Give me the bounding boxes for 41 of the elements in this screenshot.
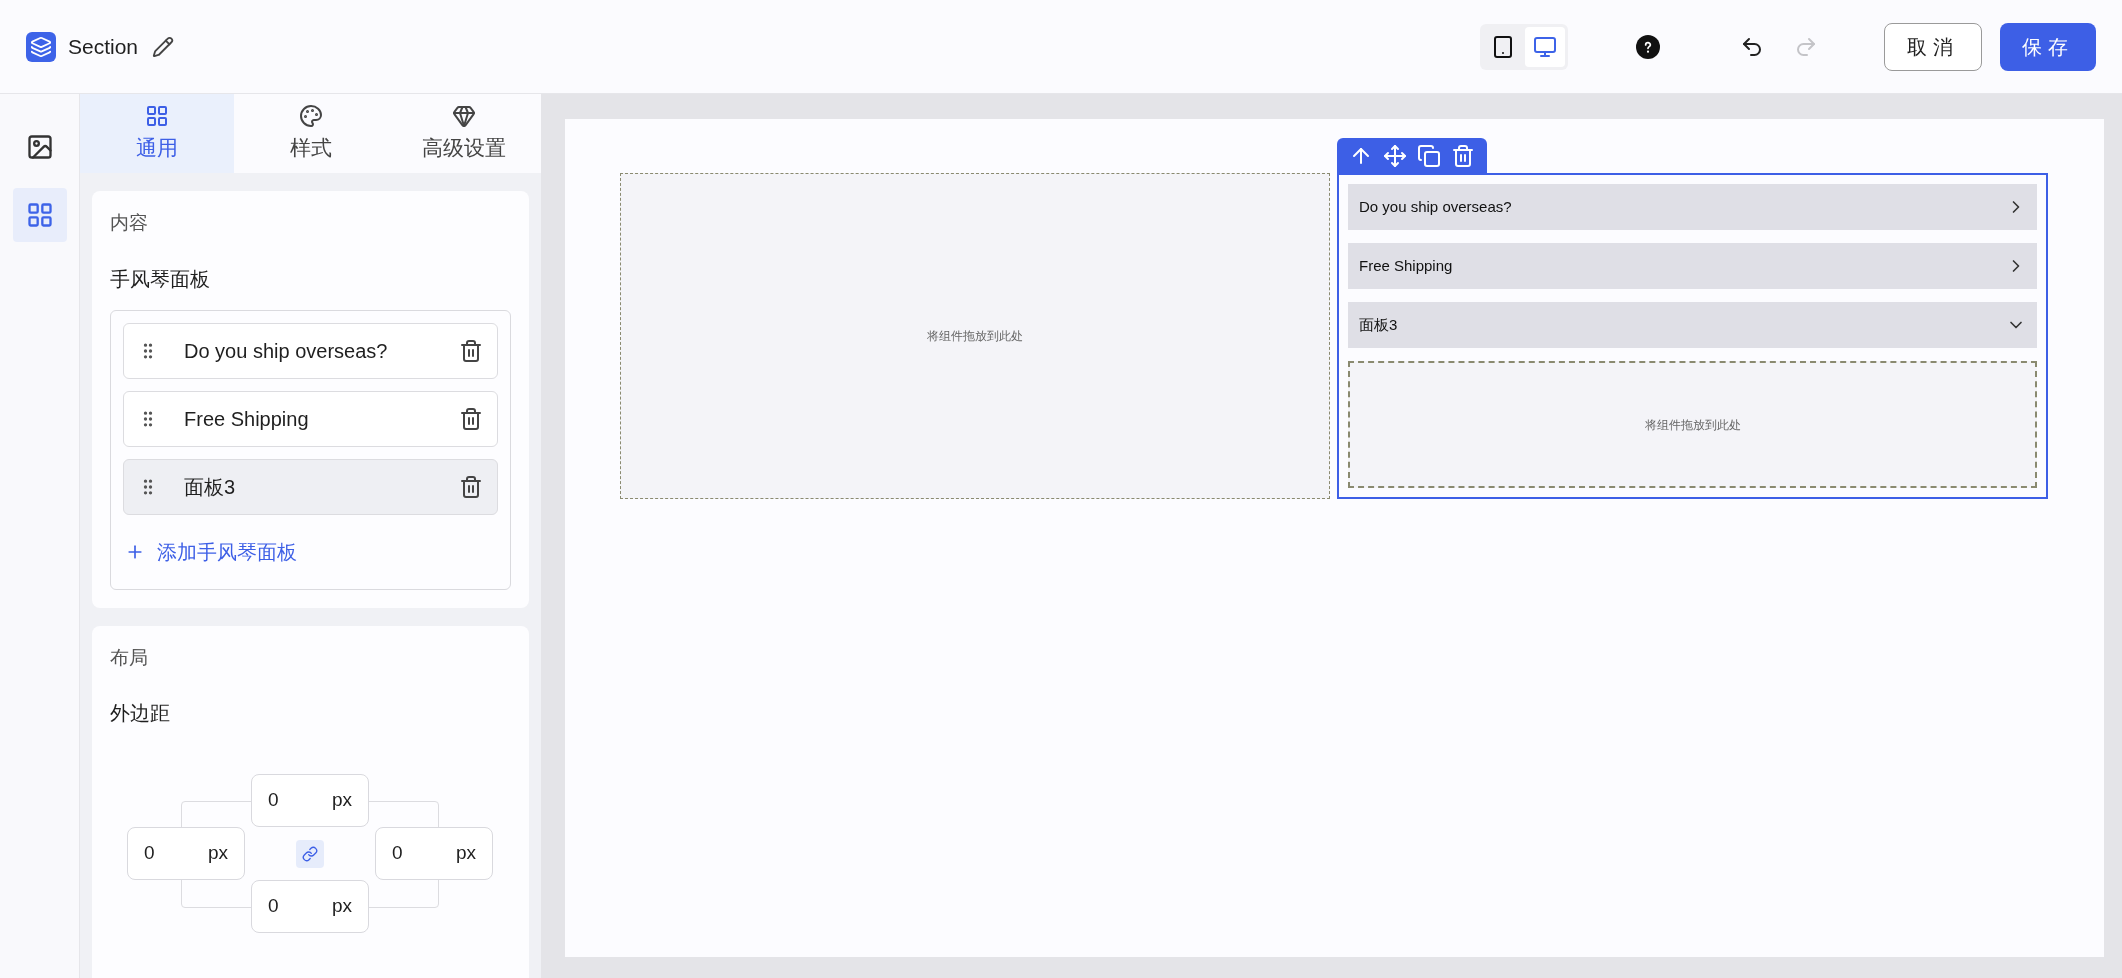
gem-icon [452, 103, 477, 128]
layers-logo-icon [26, 31, 56, 62]
add-panel-link[interactable]: 添加手风琴面板 [123, 526, 498, 577]
trash-icon[interactable] [459, 474, 483, 499]
trash-icon[interactable] [459, 406, 483, 431]
edit-icon[interactable] [152, 35, 175, 58]
accordion-header[interactable]: Do you ship overseas? [1348, 184, 2037, 230]
panel-label: 面板3 [184, 474, 237, 500]
section-title: Section [68, 33, 139, 60]
panel-label: Free Shipping [184, 406, 310, 432]
save-button[interactable]: 保存 [2000, 22, 2096, 71]
blocks-icon[interactable] [12, 188, 67, 242]
margin-input[interactable]: 0 px [251, 880, 369, 933]
panel-label: Do you ship overseas? [184, 338, 389, 364]
drop-hint: 将组件拖放到此处 [927, 328, 1023, 345]
margin-input[interactable]: 0 px [375, 827, 493, 880]
copy-icon[interactable] [1417, 143, 1441, 168]
card-heading: 布局 [110, 645, 149, 670]
cancel-button[interactable]: 取消 [1884, 22, 1982, 71]
accordion-header[interactable]: 面板3 [1348, 302, 2037, 348]
panel-item[interactable]: Free Shipping [123, 390, 498, 447]
settings-tab[interactable]: 高级设置 [387, 94, 541, 173]
margin-input[interactable]: 0 px [127, 827, 245, 880]
card-heading: 内容 [110, 211, 149, 235]
trash-icon[interactable] [459, 338, 483, 363]
desktop-icon[interactable] [1525, 26, 1565, 67]
settings-tab[interactable]: 样式 [233, 94, 388, 173]
help-icon[interactable] [1636, 34, 1660, 59]
grid-icon [144, 103, 169, 128]
panel-item[interactable]: 面板3 [123, 458, 498, 515]
panel-item[interactable]: Do you ship overseas? [123, 322, 498, 379]
accordion-header[interactable]: Free Shipping [1348, 243, 2037, 289]
link-icon[interactable] [296, 839, 324, 868]
field-label: 手风琴面板 [110, 266, 211, 292]
palette-icon [298, 103, 323, 128]
margin-input[interactable]: 0 px [251, 774, 369, 827]
settings-tab[interactable]: 通用 [80, 94, 234, 173]
field-label: 外边距 [110, 701, 171, 726]
drop-hint: 将组件拖放到此处 [1644, 416, 1741, 434]
move-icon[interactable] [1383, 143, 1407, 168]
trash-icon[interactable] [1451, 143, 1475, 168]
